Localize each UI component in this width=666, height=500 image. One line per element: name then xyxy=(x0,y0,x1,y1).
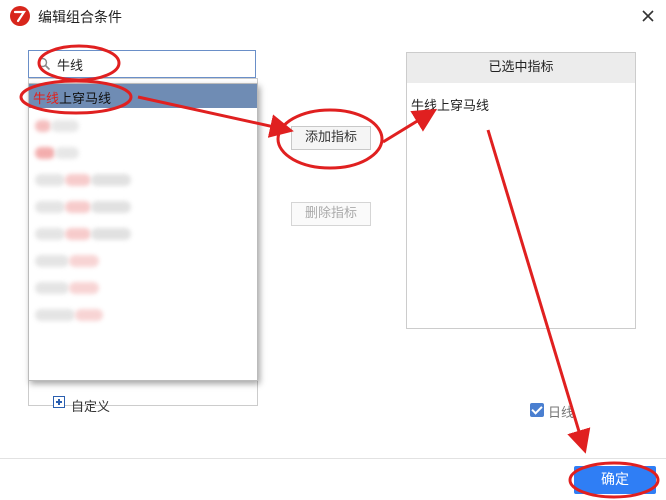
daily-label: 日线 xyxy=(548,406,575,421)
title-bar: 编辑组合条件 xyxy=(0,0,666,32)
search-match-text: 牛线 xyxy=(33,92,60,107)
search-icon xyxy=(37,57,51,71)
search-result-rest: 上穿马线 xyxy=(59,92,112,107)
tree-item-custom[interactable]: 自定义 xyxy=(53,394,173,412)
list-item[interactable] xyxy=(29,168,257,192)
search-result-selected[interactable]: 牛线上穿马线 xyxy=(29,84,257,108)
list-item[interactable] xyxy=(29,141,257,165)
selected-panel-header: 已选中指标 xyxy=(407,53,635,83)
checkbox-checked-icon[interactable] xyxy=(530,403,544,417)
remove-indicator-button[interactable]: 删除指标 xyxy=(291,202,371,226)
tree-item-label: 自定义 xyxy=(71,400,111,412)
ok-button[interactable]: 确定 xyxy=(574,466,656,494)
add-indicator-button[interactable]: 添加指标 xyxy=(291,126,371,150)
list-item[interactable] xyxy=(29,222,257,246)
close-icon[interactable] xyxy=(636,4,660,28)
list-item[interactable] xyxy=(29,114,257,138)
window-title: 编辑组合条件 xyxy=(38,10,122,26)
list-item[interactable] xyxy=(29,303,257,327)
search-input[interactable] xyxy=(57,54,247,74)
selected-indicators-panel: 已选中指标 牛线上穿马线 xyxy=(406,52,636,329)
app-logo-icon xyxy=(10,6,30,26)
list-item[interactable] xyxy=(29,195,257,219)
selected-indicator-item[interactable]: 牛线上穿马线 xyxy=(411,95,489,114)
search-box[interactable] xyxy=(28,50,256,78)
list-item[interactable] xyxy=(29,276,257,300)
footer-divider xyxy=(0,458,666,459)
list-item[interactable] xyxy=(29,249,257,273)
search-results-dropdown: 牛线上穿马线 xyxy=(28,83,258,381)
daily-checkbox[interactable]: 日线 xyxy=(530,402,590,421)
plus-icon[interactable] xyxy=(53,396,65,408)
